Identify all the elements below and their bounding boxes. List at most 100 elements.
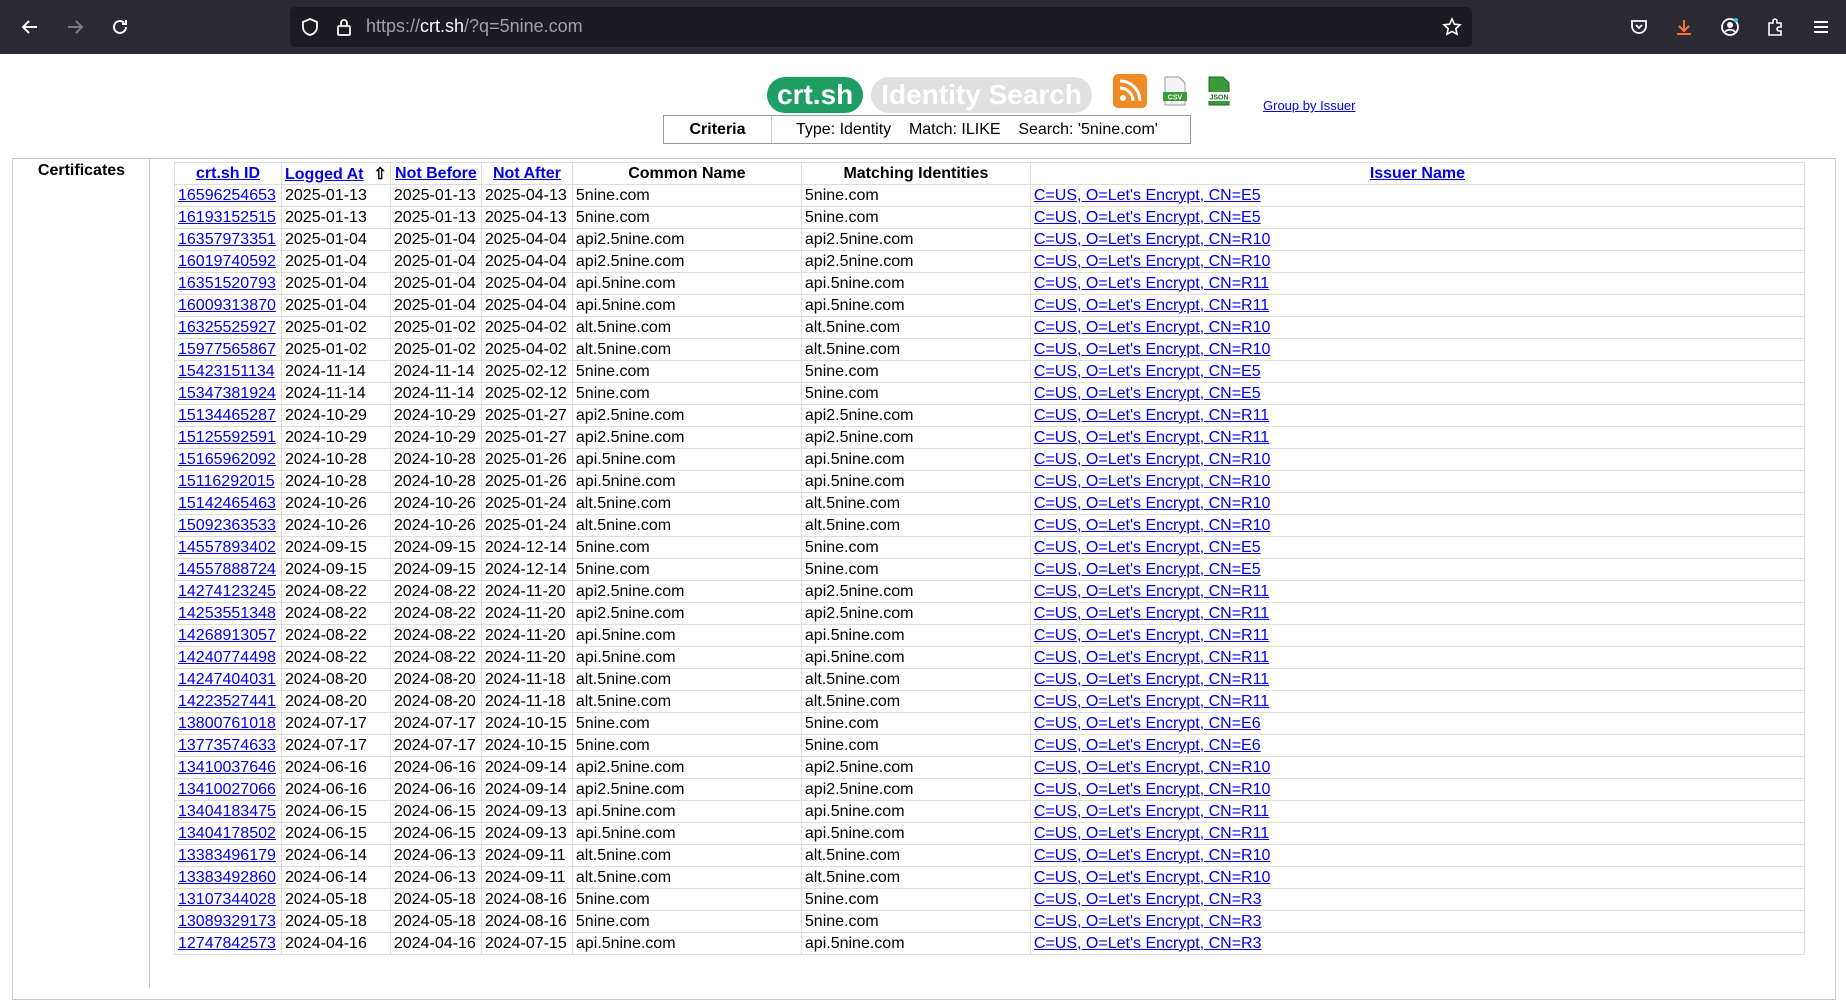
cert-id-link[interactable]: 15165962092 bbox=[178, 451, 276, 468]
matching-identity-cell: api.5nine.com bbox=[800, 272, 1031, 295]
issuer-link[interactable]: C=US, O=Let's Encrypt, CN=R11 bbox=[1034, 407, 1269, 424]
issuer-link[interactable]: C=US, O=Let's Encrypt, CN=R11 bbox=[1034, 649, 1269, 666]
issuer-link[interactable]: C=US, O=Let's Encrypt, CN=R11 bbox=[1034, 671, 1269, 688]
shield-icon[interactable] bbox=[300, 17, 320, 37]
issuer-link[interactable]: C=US, O=Let's Encrypt, CN=R3 bbox=[1034, 891, 1262, 908]
issuer-link[interactable]: C=US, O=Let's Encrypt, CN=R10 bbox=[1034, 495, 1270, 512]
sort-not-after-link[interactable]: Not After bbox=[493, 165, 561, 182]
cert-id-link[interactable]: 15142465463 bbox=[178, 495, 276, 512]
issuer-link[interactable]: C=US, O=Let's Encrypt, CN=R10 bbox=[1034, 231, 1270, 248]
cert-id-link[interactable]: 15116292015 bbox=[178, 473, 275, 490]
issuer-link[interactable]: C=US, O=Let's Encrypt, CN=E5 bbox=[1034, 539, 1261, 556]
header-not-after[interactable]: Not After bbox=[480, 162, 573, 185]
extensions-button[interactable] bbox=[1759, 11, 1791, 43]
cert-id-link[interactable]: 14557888724 bbox=[178, 561, 276, 578]
csv-download-icon[interactable]: CSV bbox=[1157, 74, 1191, 108]
issuer-link[interactable]: C=US, O=Let's Encrypt, CN=E5 bbox=[1034, 385, 1261, 402]
bookmark-star-icon[interactable] bbox=[1442, 17, 1462, 37]
sort-not-before-link[interactable]: Not Before bbox=[395, 165, 477, 182]
site-logo[interactable]: crt.sh bbox=[767, 77, 864, 113]
issuer-link[interactable]: C=US, O=Let's Encrypt, CN=R11 bbox=[1034, 605, 1269, 622]
rss-feed-icon[interactable] bbox=[1113, 74, 1147, 108]
cert-id-link[interactable]: 15347381924 bbox=[178, 385, 276, 402]
cert-id-link[interactable]: 14274123245 bbox=[178, 583, 276, 600]
issuer-link[interactable]: C=US, O=Let's Encrypt, CN=R10 bbox=[1034, 451, 1270, 468]
header-not-before[interactable]: Not Before bbox=[389, 162, 482, 185]
issuer-link[interactable]: C=US, O=Let's Encrypt, CN=R11 bbox=[1034, 627, 1269, 644]
cert-id-link[interactable]: 14557893402 bbox=[178, 539, 276, 556]
issuer-link[interactable]: C=US, O=Let's Encrypt, CN=R10 bbox=[1034, 759, 1270, 776]
header-logged-at[interactable]: Logged At ⇧ bbox=[281, 162, 391, 185]
cert-id-link[interactable]: 16596254653 bbox=[178, 187, 276, 204]
issuer-link[interactable]: C=US, O=Let's Encrypt, CN=R10 bbox=[1034, 253, 1270, 270]
issuer-link[interactable]: C=US, O=Let's Encrypt, CN=R10 bbox=[1034, 341, 1270, 358]
forward-button[interactable] bbox=[59, 11, 91, 43]
issuer-link[interactable]: C=US, O=Let's Encrypt, CN=R3 bbox=[1034, 913, 1262, 930]
issuer-link[interactable]: C=US, O=Let's Encrypt, CN=R10 bbox=[1034, 319, 1270, 336]
issuer-link[interactable]: C=US, O=Let's Encrypt, CN=E5 bbox=[1034, 561, 1261, 578]
back-button[interactable] bbox=[14, 11, 46, 43]
cert-id-link[interactable]: 13800761018 bbox=[178, 715, 276, 732]
json-download-icon[interactable]: JSON bbox=[1201, 74, 1235, 108]
issuer-link[interactable]: C=US, O=Let's Encrypt, CN=R3 bbox=[1034, 935, 1262, 952]
cert-id-link[interactable]: 14253551348 bbox=[178, 605, 276, 622]
cert-id-link[interactable]: 14247404031 bbox=[178, 671, 276, 688]
sort-issuer-link[interactable]: Issuer Name bbox=[1370, 165, 1465, 182]
cert-id-link[interactable]: 13383492860 bbox=[178, 869, 276, 886]
cert-id-link[interactable]: 16351520793 bbox=[178, 275, 276, 292]
issuer-link[interactable]: C=US, O=Let's Encrypt, CN=R10 bbox=[1034, 869, 1270, 886]
cert-id-link[interactable]: 13773574633 bbox=[178, 737, 276, 754]
header-crtsh-id[interactable]: crt.sh ID bbox=[174, 162, 282, 185]
cert-id-link[interactable]: 15125592591 bbox=[178, 429, 276, 446]
sort-logged-at-link[interactable]: Logged At bbox=[285, 166, 364, 183]
cert-id-link[interactable]: 14240774498 bbox=[178, 649, 276, 666]
cert-id-link[interactable]: 16325525927 bbox=[178, 319, 276, 336]
cert-id-link[interactable]: 13383496179 bbox=[178, 847, 276, 864]
address-bar[interactable]: https://crt.sh/?q=5nine.com bbox=[290, 7, 1472, 47]
issuer-link[interactable]: C=US, O=Let's Encrypt, CN=E5 bbox=[1034, 363, 1261, 380]
cert-id-link[interactable]: 15977565867 bbox=[178, 341, 276, 358]
issuer-link[interactable]: C=US, O=Let's Encrypt, CN=R11 bbox=[1034, 693, 1269, 710]
cert-id-link[interactable]: 14268913057 bbox=[178, 627, 276, 644]
cert-id-link[interactable]: 12747842573 bbox=[178, 935, 276, 952]
issuer-link[interactable]: C=US, O=Let's Encrypt, CN=E5 bbox=[1034, 209, 1261, 226]
reload-button[interactable] bbox=[104, 11, 136, 43]
issuer-link[interactable]: C=US, O=Let's Encrypt, CN=E6 bbox=[1034, 737, 1261, 754]
issuer-link[interactable]: C=US, O=Let's Encrypt, CN=R11 bbox=[1034, 825, 1269, 842]
cert-id-link[interactable]: 16193152515 bbox=[178, 209, 276, 226]
issuer-link[interactable]: C=US, O=Let's Encrypt, CN=R11 bbox=[1034, 583, 1269, 600]
menu-button[interactable] bbox=[1805, 11, 1837, 43]
cert-id-link[interactable]: 16009313870 bbox=[178, 297, 276, 314]
account-button[interactable] bbox=[1714, 11, 1746, 43]
url-text[interactable]: https://crt.sh/?q=5nine.com bbox=[366, 16, 583, 37]
matching-identity-cell: 5nine.com bbox=[800, 184, 1031, 207]
cert-id-link[interactable]: 15423151134 bbox=[178, 363, 275, 380]
issuer-link[interactable]: C=US, O=Let's Encrypt, CN=R11 bbox=[1034, 429, 1269, 446]
cert-id-link[interactable]: 13107344028 bbox=[178, 891, 276, 908]
issuer-link[interactable]: C=US, O=Let's Encrypt, CN=R10 bbox=[1034, 781, 1270, 798]
cert-id-link[interactable]: 13410027066 bbox=[178, 781, 276, 798]
issuer-link[interactable]: C=US, O=Let's Encrypt, CN=E5 bbox=[1034, 187, 1261, 204]
header-issuer-name[interactable]: Issuer Name bbox=[1029, 162, 1805, 185]
cert-id-link[interactable]: 16357973351 bbox=[178, 231, 276, 248]
cert-id-link[interactable]: 14223527441 bbox=[178, 693, 276, 710]
issuer-link[interactable]: C=US, O=Let's Encrypt, CN=R10 bbox=[1034, 847, 1270, 864]
issuer-link[interactable]: C=US, O=Let's Encrypt, CN=E6 bbox=[1034, 715, 1261, 732]
pocket-button[interactable] bbox=[1623, 11, 1655, 43]
cert-id-link[interactable]: 15092363533 bbox=[178, 517, 276, 534]
cert-id-link[interactable]: 13089329173 bbox=[178, 913, 276, 930]
issuer-link[interactable]: C=US, O=Let's Encrypt, CN=R10 bbox=[1034, 517, 1270, 534]
issuer-link[interactable]: C=US, O=Let's Encrypt, CN=R11 bbox=[1034, 297, 1269, 314]
issuer-link[interactable]: C=US, O=Let's Encrypt, CN=R11 bbox=[1034, 275, 1269, 292]
group-by-issuer-link[interactable]: Group by Issuer bbox=[1263, 98, 1356, 113]
cert-id-link[interactable]: 13404178502 bbox=[178, 825, 276, 842]
downloads-button[interactable] bbox=[1668, 11, 1700, 43]
lock-icon[interactable] bbox=[334, 17, 354, 37]
cert-id-link[interactable]: 13404183475 bbox=[178, 803, 276, 820]
issuer-link[interactable]: C=US, O=Let's Encrypt, CN=R10 bbox=[1034, 473, 1270, 490]
cert-id-link[interactable]: 16019740592 bbox=[178, 253, 276, 270]
issuer-link[interactable]: C=US, O=Let's Encrypt, CN=R11 bbox=[1034, 803, 1269, 820]
cert-id-link[interactable]: 15134465287 bbox=[178, 407, 276, 424]
cert-id-link[interactable]: 13410037646 bbox=[178, 759, 276, 776]
sort-id-link[interactable]: crt.sh ID bbox=[196, 165, 260, 182]
